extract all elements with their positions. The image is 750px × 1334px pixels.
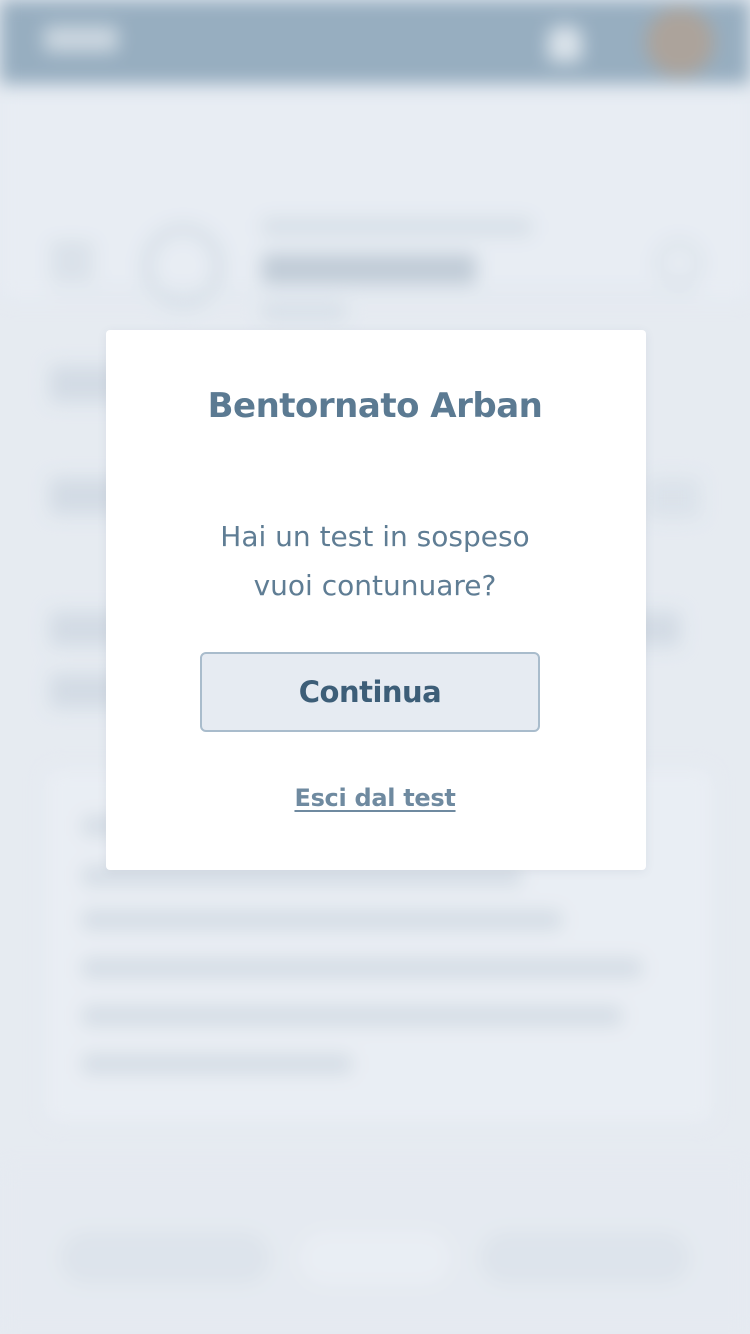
dialog-message-line1: Hai un test in sospeso — [220, 520, 530, 553]
dialog-message: Hai un test in sospeso vuoi contunuare? — [0, 512, 750, 610]
exit-test-container: Esci dal test — [0, 784, 750, 812]
dialog-title: Bentornato Arban — [207, 386, 543, 426]
exit-test-link[interactable]: Esci dal test — [294, 784, 455, 812]
continue-button[interactable]: Continua — [200, 652, 540, 732]
dialog-message-line2: vuoi contunuare? — [253, 569, 497, 602]
